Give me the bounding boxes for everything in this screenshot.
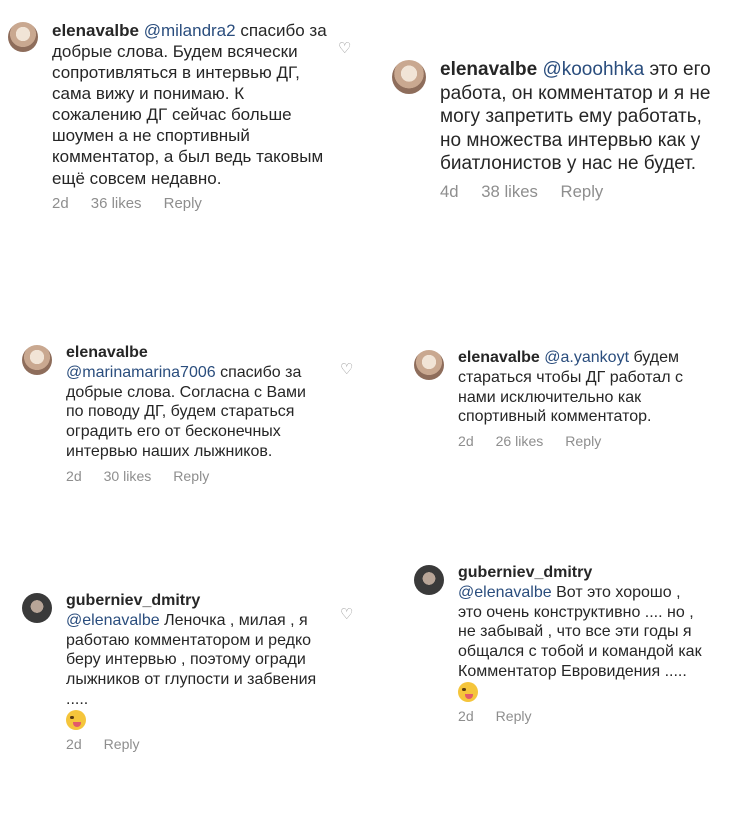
avatar[interactable]	[22, 345, 52, 375]
comment-6: guberniev_dmitry @elenavalbe Вот это хор…	[414, 563, 702, 725]
comment-username[interactable]: elenavalbe	[440, 59, 537, 80]
comment-meta: 4d 38 likes Reply	[440, 182, 724, 203]
grinning-tongue-emoji	[458, 681, 478, 702]
grinning-tongue-emoji	[66, 709, 86, 730]
comment-meta: 2d Reply	[66, 736, 322, 753]
comment-meta: 2d 26 likes Reply	[458, 433, 694, 450]
heart-icon[interactable]: ♡	[340, 362, 356, 377]
avatar[interactable]	[414, 350, 444, 380]
comment-meta: 2d 30 likes Reply	[66, 468, 322, 485]
comment-mention[interactable]: @elenavalbe	[458, 584, 552, 601]
comment-mention[interactable]: @marinamarina7006	[66, 364, 216, 381]
comment-likes[interactable]: 30 likes	[104, 468, 152, 484]
avatar[interactable]	[8, 22, 38, 52]
reply-button[interactable]: Reply	[173, 468, 209, 484]
comment-likes[interactable]: 38 likes	[481, 182, 538, 201]
comment-username[interactable]: elenavalbe	[52, 21, 139, 40]
comment-username[interactable]: guberniev_dmitry	[458, 564, 592, 581]
comment-time: 2d	[458, 708, 474, 725]
comment-5: guberniev_dmitry @elenavalbe Леночка , м…	[22, 591, 322, 753]
comment-3: elenavalbe @marinamarina7006 спасибо за …	[22, 343, 322, 485]
reply-button[interactable]: Reply	[164, 195, 202, 212]
comment-time: 2d	[66, 736, 82, 753]
comment-mention[interactable]: @a.yankoyt	[544, 349, 629, 366]
avatar[interactable]	[22, 593, 52, 623]
heart-icon[interactable]: ♡	[340, 607, 356, 622]
avatar[interactable]	[414, 565, 444, 595]
comment-mention[interactable]: @elenavalbe	[66, 612, 160, 629]
comment-meta: 2d 36 likes Reply	[52, 195, 328, 214]
comment-1: elenavalbe @milandra2 спасибо за добрые …	[8, 20, 328, 213]
reply-button[interactable]: Reply	[561, 182, 604, 201]
comment-4: elenavalbe @a.yankoyt будем стараться чт…	[414, 348, 694, 451]
reply-button[interactable]: Reply	[496, 708, 532, 724]
comment-mention[interactable]: @kooohhka	[542, 59, 644, 80]
comment-username[interactable]: elenavalbe	[66, 344, 148, 361]
comment-username[interactable]: elenavalbe	[458, 349, 540, 366]
comment-username[interactable]: guberniev_dmitry	[66, 592, 200, 609]
comment-time: 2d	[66, 467, 82, 484]
reply-button[interactable]: Reply	[565, 433, 601, 449]
comment-likes[interactable]: 26 likes	[496, 433, 544, 449]
comment-time: 2d	[52, 194, 69, 212]
comment-likes[interactable]: 36 likes	[91, 195, 142, 212]
avatar[interactable]	[392, 60, 426, 94]
comment-text: спасибо за добрые слова. Будем всячески …	[52, 21, 327, 188]
reply-button[interactable]: Reply	[104, 736, 140, 752]
heart-icon[interactable]: ♡	[338, 41, 354, 56]
comment-time: 2d	[458, 433, 474, 450]
comment-meta: 2d Reply	[458, 708, 702, 725]
comment-mention[interactable]: @milandra2	[144, 21, 236, 40]
comment-time: 4d	[440, 181, 459, 201]
comment-2: elenavalbe @kooohhka это его работа, он …	[392, 58, 724, 202]
